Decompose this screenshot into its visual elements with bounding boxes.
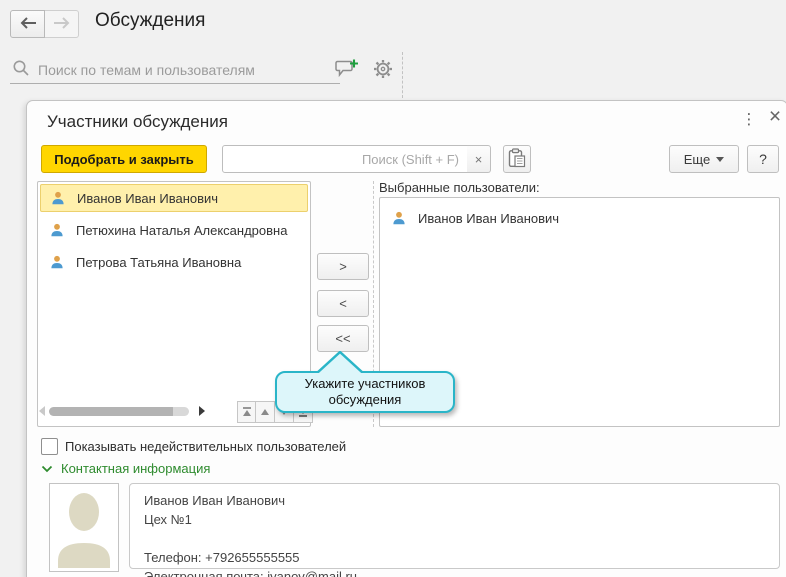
scrollbar-thumb-end: [173, 406, 189, 416]
dialog-title: Участники обсуждения: [47, 112, 228, 131]
remove-all-button[interactable]: <<: [317, 325, 369, 352]
dialog-search-input[interactable]: [222, 145, 468, 173]
horizontal-scrollbar[interactable]: [39, 404, 239, 418]
person-silhouette-icon: [51, 484, 117, 571]
participants-dialog: Участники обсуждения ⋮ × Подобрать и зак…: [26, 100, 786, 577]
scroll-left-icon[interactable]: [39, 406, 45, 416]
pick-and-close-button[interactable]: Подобрать и закрыть: [41, 145, 207, 173]
back-arrow-icon: [19, 16, 37, 32]
user-name: Иванов Иван Иванович: [418, 210, 560, 226]
scroll-right-icon[interactable]: [199, 406, 205, 416]
topic-search-placeholder: Поиск по темам и пользователям: [38, 61, 255, 78]
contact-phone: Телефон: +792655555555: [144, 550, 300, 565]
user-name: Петюхина Наталья Александровна: [76, 222, 288, 238]
gear-icon: [373, 59, 393, 82]
user-name: Петрова Татьяна Ивановна: [76, 254, 242, 270]
selected-user-row[interactable]: Иванов Иван Иванович: [382, 204, 777, 232]
go-up-button[interactable]: [256, 401, 275, 423]
history-nav: [10, 10, 79, 38]
search-icon: [12, 59, 30, 80]
user-icon: [50, 223, 64, 237]
user-icon: [51, 191, 65, 205]
page-title: Обсуждения: [95, 10, 206, 31]
available-user-row[interactable]: Петюхина Наталья Александровна: [40, 216, 308, 244]
chat-add-icon: [335, 58, 359, 83]
topic-search-field[interactable]: Поиск по темам и пользователям: [10, 56, 340, 84]
available-user-row[interactable]: Петрова Татьяна Ивановна: [40, 248, 308, 276]
help-button[interactable]: ?: [747, 145, 779, 173]
new-discussion-button[interactable]: [334, 58, 360, 82]
contact-info-header[interactable]: Контактная информация: [41, 461, 210, 476]
contact-email: Электронная почта: ivanov@mail.ru: [144, 569, 358, 577]
settings-button[interactable]: [370, 58, 396, 82]
app-window: Обсуждения Поиск по темам и пользователя…: [0, 0, 786, 577]
add-selected-button[interactable]: >: [317, 253, 369, 280]
more-button-label: Еще: [683, 151, 711, 167]
dialog-menu-icon[interactable]: ⋮: [741, 110, 757, 128]
contact-info-label: Контактная информация: [61, 461, 211, 476]
back-button[interactable]: [10, 10, 45, 38]
forward-button[interactable]: [45, 10, 79, 38]
available-users-list[interactable]: Иванов Иван Иванович Петюхина Наталья Ал…: [37, 181, 311, 427]
show-invalid-label: Показывать недействительных пользователе…: [65, 439, 347, 454]
avatar: [49, 483, 119, 572]
user-icon: [50, 255, 64, 269]
search-clear-button[interactable]: ×: [467, 145, 491, 173]
contact-department: Цех №1: [144, 512, 192, 527]
go-first-button[interactable]: [237, 401, 256, 423]
remove-selected-button[interactable]: <: [317, 290, 369, 317]
chevron-down-icon: [41, 461, 53, 476]
tooltip-pointer: [313, 350, 365, 376]
more-button[interactable]: Еще: [669, 145, 739, 173]
contact-details: Иванов Иван Иванович Цех №1 Телефон: +79…: [129, 483, 780, 577]
tooltip: Укажите участников обсуждения: [275, 371, 455, 413]
forward-arrow-icon: [53, 16, 71, 32]
available-user-row[interactable]: Иванов Иван Иванович: [40, 184, 308, 212]
toolbar-separator: [402, 52, 403, 98]
selected-users-label: Выбранные пользователи:: [379, 180, 540, 195]
user-icon: [392, 211, 406, 225]
contact-name: Иванов Иван Иванович: [144, 493, 286, 508]
close-icon[interactable]: ×: [765, 106, 785, 127]
chevron-down-icon: [716, 156, 725, 162]
scrollbar-thumb[interactable]: [49, 406, 177, 416]
paste-button[interactable]: [503, 145, 531, 173]
show-invalid-checkbox[interactable]: [41, 438, 58, 455]
clipboard-icon: [508, 147, 526, 171]
user-name: Иванов Иван Иванович: [77, 190, 219, 206]
